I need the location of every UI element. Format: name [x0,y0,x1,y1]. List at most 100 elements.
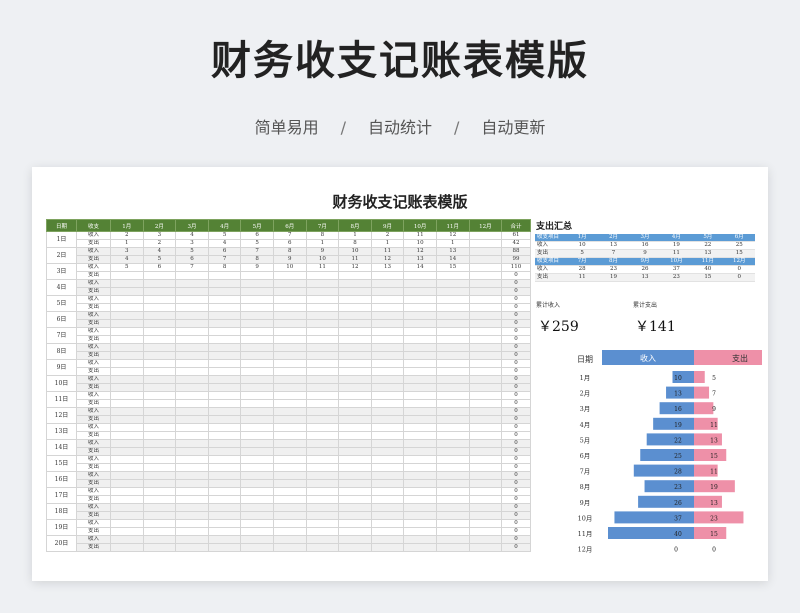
type-cell[interactable]: 收入 [76,247,111,256]
value-cell[interactable] [338,407,372,416]
value-cell[interactable] [305,351,340,360]
value-cell[interactable] [175,383,209,392]
value-cell[interactable] [207,343,242,352]
value-cell[interactable]: 10 [338,247,372,256]
value-cell[interactable] [207,471,242,480]
value-cell[interactable] [338,295,372,304]
value-cell[interactable] [110,335,144,344]
value-cell[interactable] [272,455,307,464]
value-cell[interactable] [370,455,405,464]
value-cell[interactable] [338,463,372,472]
value-cell[interactable]: 4 [175,231,209,240]
value-cell[interactable] [468,495,503,504]
value-cell[interactable]: 11 [403,231,437,240]
value-cell[interactable] [403,295,437,304]
type-cell[interactable]: 收入 [76,311,111,320]
value-cell[interactable] [240,423,274,432]
value-cell[interactable]: 9 [305,247,340,256]
value-cell[interactable] [338,495,372,504]
value-cell[interactable] [468,375,503,384]
value-cell[interactable] [240,391,274,400]
value-cell[interactable] [468,231,503,240]
value-cell[interactable] [240,503,274,512]
type-cell[interactable]: 收入 [76,407,111,416]
value-cell[interactable]: 7 [240,247,274,256]
type-cell[interactable]: 收入 [76,295,111,304]
value-cell[interactable] [305,527,340,536]
value-cell[interactable] [175,511,209,520]
value-cell[interactable] [403,487,437,496]
type-cell[interactable]: 支出 [76,255,111,264]
value-cell[interactable] [435,543,470,552]
value-cell[interactable] [240,327,274,336]
value-cell[interactable]: 3 [110,247,144,256]
value-cell[interactable]: 8 [338,239,372,248]
value-cell[interactable] [142,519,177,528]
value-cell[interactable] [370,471,405,480]
value-cell[interactable] [272,447,307,456]
value-cell[interactable] [338,487,372,496]
value-cell[interactable]: 5 [175,247,209,256]
value-cell[interactable] [272,367,307,376]
value-cell[interactable] [370,367,405,376]
value-cell[interactable] [142,535,177,544]
value-cell[interactable]: 8 [305,231,340,240]
value-cell[interactable] [207,367,242,376]
value-cell[interactable] [240,303,274,312]
value-cell[interactable] [403,335,437,344]
value-cell[interactable] [207,487,242,496]
value-cell[interactable] [435,335,470,344]
value-cell[interactable] [240,367,274,376]
value-cell[interactable] [403,455,437,464]
value-cell[interactable] [207,543,242,552]
value-cell[interactable] [370,311,405,320]
value-cell[interactable] [272,527,307,536]
value-cell[interactable]: 8 [272,247,307,256]
value-cell[interactable] [175,335,209,344]
value-cell[interactable] [272,359,307,368]
value-cell[interactable] [207,399,242,408]
day-cell[interactable]: 11日 [46,391,77,408]
value-cell[interactable] [142,327,177,336]
value-cell[interactable] [207,503,242,512]
value-cell[interactable] [305,431,340,440]
value-cell[interactable] [305,439,340,448]
value-cell[interactable] [403,543,437,552]
value-cell[interactable] [403,311,437,320]
value-cell[interactable] [305,447,340,456]
value-cell[interactable] [370,423,405,432]
value-cell[interactable] [207,295,242,304]
value-cell[interactable] [175,527,209,536]
value-cell[interactable] [370,495,405,504]
value-cell[interactable] [207,463,242,472]
value-cell[interactable] [435,311,470,320]
value-cell[interactable] [110,431,144,440]
value-cell[interactable]: 11 [305,263,340,272]
value-cell[interactable] [110,295,144,304]
value-cell[interactable] [305,303,340,312]
value-cell[interactable] [370,447,405,456]
value-cell[interactable] [240,479,274,488]
value-cell[interactable] [240,511,274,520]
value-cell[interactable] [207,479,242,488]
value-cell[interactable]: 15 [435,263,470,272]
value-cell[interactable] [272,479,307,488]
type-cell[interactable]: 支出 [76,447,111,456]
value-cell[interactable] [468,407,503,416]
value-cell[interactable] [207,351,242,360]
value-cell[interactable] [435,407,470,416]
value-cell[interactable] [272,383,307,392]
value-cell[interactable] [305,511,340,520]
value-cell[interactable] [142,375,177,384]
value-cell[interactable] [468,503,503,512]
value-cell[interactable] [305,479,340,488]
value-cell[interactable] [370,527,405,536]
value-cell[interactable] [207,447,242,456]
value-cell[interactable] [403,391,437,400]
value-cell[interactable] [403,367,437,376]
type-cell[interactable]: 收入 [76,503,111,512]
value-cell[interactable] [403,479,437,488]
value-cell[interactable]: 1 [435,239,470,248]
value-cell[interactable] [142,311,177,320]
type-cell[interactable]: 支出 [76,399,111,408]
